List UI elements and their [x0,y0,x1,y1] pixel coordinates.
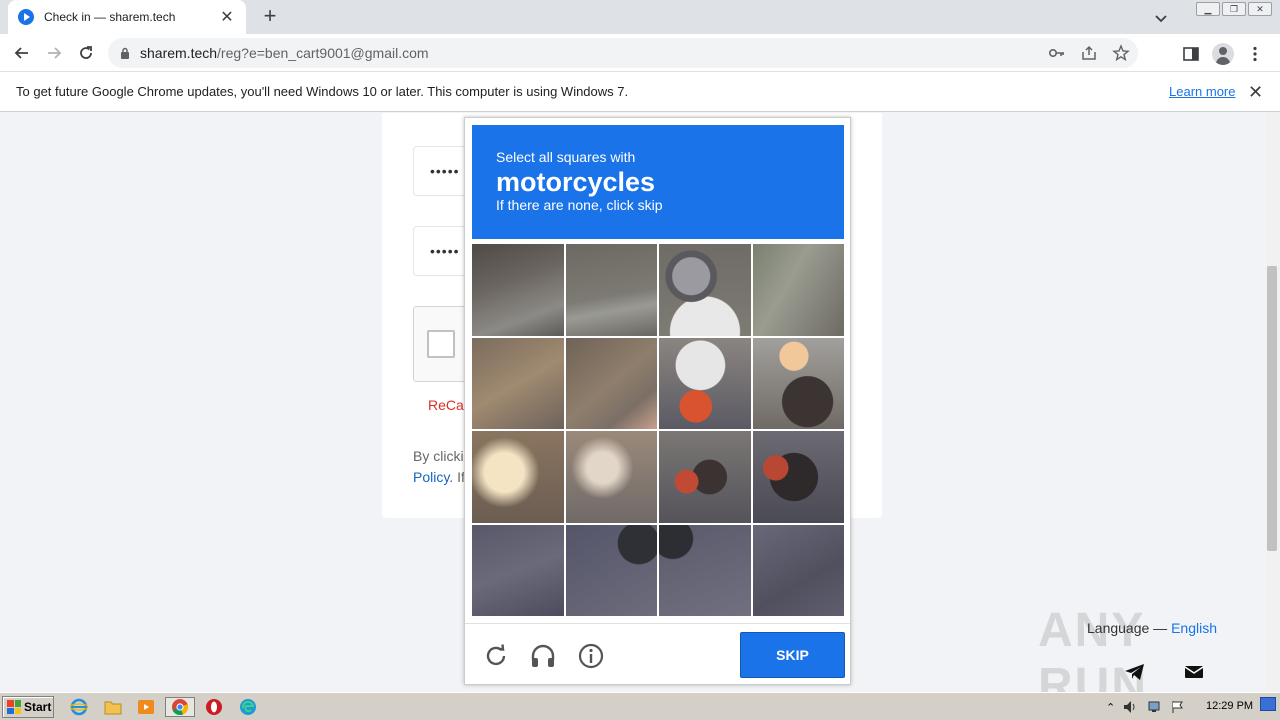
tray-expand-icon[interactable]: ⌃ [1106,701,1115,714]
captcha-footer: SKIP [465,623,850,685]
minimize-button[interactable]: ▁ [1196,2,1220,16]
kebab-menu-icon[interactable] [1246,45,1264,63]
reload-icon[interactable] [482,642,510,670]
mail-icon[interactable] [1183,663,1205,681]
skip-button[interactable]: SKIP [740,632,845,678]
media-player-taskbar-icon[interactable] [135,697,157,717]
captcha-tile[interactable] [752,244,844,336]
action-center-flag-icon[interactable] [1171,700,1185,714]
forward-button[interactable] [42,41,66,65]
language-prefix: Language — [1087,620,1172,636]
scrollbar-thumb[interactable] [1267,266,1277,551]
reload-button[interactable] [74,41,98,65]
chrome-icon [172,699,189,716]
edge-icon [240,699,256,715]
restore-button[interactable]: ❐ [1222,2,1246,16]
captcha-tile[interactable] [752,337,844,429]
captcha-instruction: Select all squares with [496,149,636,165]
captcha-tile[interactable] [565,244,657,336]
back-arrow-icon [14,47,28,59]
captcha-tile[interactable] [472,524,564,616]
tab-strip: Check in — sharem.tech ✕ + ▁ ❐ ✕ [0,0,1280,34]
captcha-tile[interactable] [659,524,751,616]
captcha-tile[interactable] [472,337,564,429]
reload-page-icon [80,46,92,59]
window-controls: ▁ ❐ ✕ [1196,2,1272,16]
key-icon[interactable] [1048,44,1066,62]
captcha-tile[interactable] [659,337,751,429]
telegram-icon[interactable] [1124,663,1146,681]
captcha-tile[interactable] [659,244,751,336]
captcha-hint: If there are none, click skip [496,197,663,213]
ie-taskbar-icon[interactable] [68,697,90,717]
update-infobar: To get future Google Chrome updates, you… [0,72,1280,112]
back-button[interactable] [10,41,34,65]
share-icon[interactable] [1080,44,1098,62]
captcha-tile[interactable] [565,431,657,523]
url-host: sharem.tech [140,45,218,61]
recaptcha-checkbox[interactable] [427,330,455,358]
captcha-challenge: Select all squares with motorcycles If t… [464,117,851,685]
headphones-icon[interactable] [529,642,557,670]
tab-close-icon[interactable]: ✕ [218,7,236,27]
forward-arrow-icon [48,47,62,59]
site-favicon-icon [18,9,34,25]
folder-icon [104,701,122,715]
taskbar-clock[interactable]: 12:29 PM [1206,700,1253,712]
tab-active[interactable]: Check in — sharem.tech ✕ [8,0,246,34]
start-label: Start [24,700,52,714]
volume-icon[interactable] [1123,700,1139,714]
captcha-tile[interactable] [752,431,844,523]
infobar-message: To get future Google Chrome updates, you… [16,84,629,99]
network-icon[interactable] [1147,700,1163,714]
captcha-tile[interactable] [472,431,564,523]
opera-icon [206,699,222,715]
terms-text: By clicki [413,448,464,464]
captcha-keyword: motorcycles [496,167,656,197]
lock-icon[interactable] [120,47,130,59]
policy-line: Policy. If [413,469,465,485]
windows-taskbar: Start ⌃ 12:29 PM [0,692,1280,720]
opera-taskbar-icon[interactable] [203,697,225,717]
captcha-tile[interactable] [659,431,751,523]
explorer-taskbar-icon[interactable] [102,697,124,717]
captcha-tile[interactable] [565,524,657,616]
policy-link[interactable]: Policy. [413,469,453,485]
learn-more-link[interactable]: Learn more [1169,84,1235,99]
browser-toolbar: sharem.tech/reg?e=ben_cart9001@gmail.com [0,34,1280,72]
media-player-icon [138,700,154,714]
captcha-tile[interactable] [565,337,657,429]
tab-search-chevron-icon[interactable] [1152,9,1170,27]
start-button[interactable]: Start [2,696,54,718]
bookmark-star-icon[interactable] [1112,44,1130,62]
captcha-header: Select all squares with motorcycles If t… [472,125,844,239]
tab-title: Check in — sharem.tech [44,10,176,24]
captcha-tile[interactable] [752,524,844,616]
show-desktop-button[interactable] [1260,697,1276,711]
close-window-button[interactable]: ✕ [1248,2,1272,16]
url-path: /reg?e=ben_cart9001@gmail.com [217,45,429,61]
address-bar[interactable]: sharem.tech/reg?e=ben_cart9001@gmail.com [108,38,1138,68]
profile-avatar[interactable] [1212,43,1234,65]
chrome-taskbar-icon[interactable] [165,697,195,717]
captcha-image-grid [472,244,844,616]
side-panel-icon[interactable] [1182,45,1200,63]
internet-explorer-icon [70,698,88,716]
language-selector: Language — English [1087,620,1217,636]
captcha-tile[interactable] [472,244,564,336]
info-icon[interactable] [577,642,605,670]
windows-logo-icon [7,700,21,714]
edge-taskbar-icon[interactable] [237,697,259,717]
new-tab-button[interactable]: + [258,5,282,29]
infobar-close-icon[interactable]: ✕ [1248,82,1263,103]
language-link[interactable]: English [1171,620,1217,636]
